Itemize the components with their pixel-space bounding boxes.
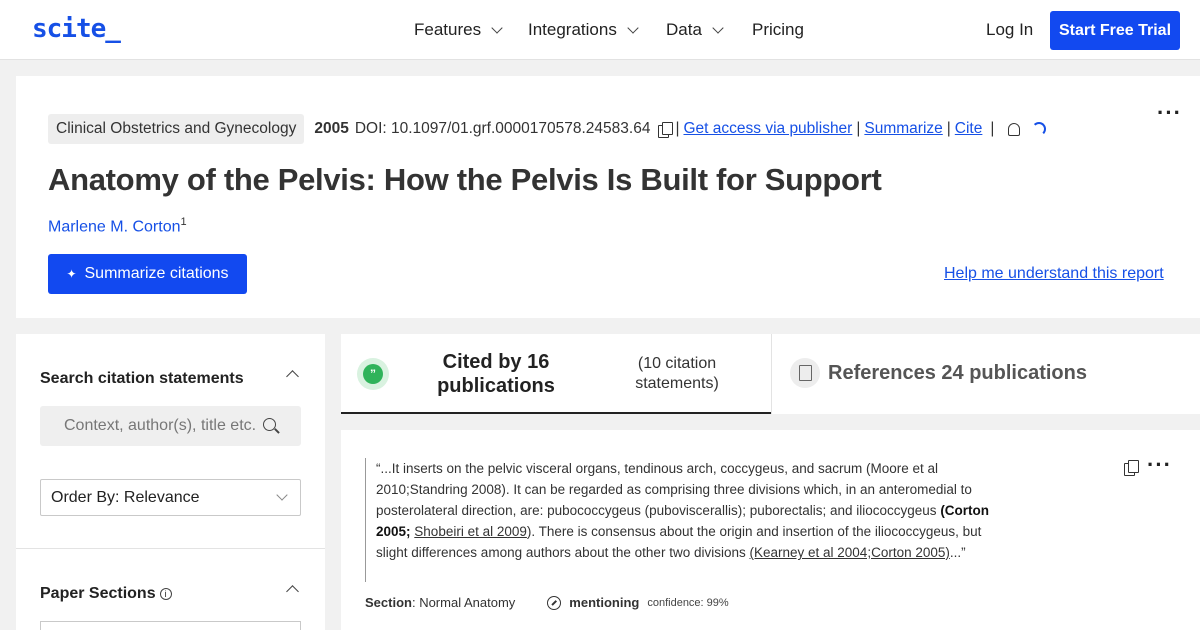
chevron-down-icon bbox=[276, 489, 288, 501]
citation-tabs: ” Cited by 16 publications (10 citation … bbox=[341, 334, 1200, 414]
login-link[interactable]: Log In bbox=[986, 20, 1033, 40]
citation-type: mentioning bbox=[569, 595, 640, 610]
paper-title: Anatomy of the Pelvis: How the Pelvis Is… bbox=[48, 162, 882, 197]
filter-sidebar: Search citation statements Order By: Rel… bbox=[16, 334, 325, 630]
paper-header-card: Clinical Obstetrics and Gynecology 2005 … bbox=[16, 76, 1200, 318]
loading-spinner-icon bbox=[1032, 122, 1047, 136]
author-link[interactable]: Marlene M. Corton1 bbox=[48, 216, 187, 236]
mentioning-icon bbox=[547, 595, 562, 610]
citation-snippet: “...It inserts on the pelvic visceral or… bbox=[376, 458, 1006, 563]
citation-meta: Section: Normal Anatomy mentioning confi… bbox=[365, 595, 729, 610]
quote-bar bbox=[365, 458, 366, 582]
top-navbar: scite_ Features Integrations Data Pricin… bbox=[0, 0, 1200, 60]
publication-year: 2005 bbox=[314, 120, 349, 137]
magic-wand-icon: ✦ bbox=[66, 267, 77, 281]
more-options-icon[interactable]: ··· bbox=[1147, 452, 1172, 478]
summarize-citations-label: Summarize citations bbox=[84, 265, 229, 282]
order-by-value: Order By: Relevance bbox=[51, 489, 200, 506]
summarize-link[interactable]: Summarize bbox=[864, 120, 942, 138]
bell-icon[interactable] bbox=[1008, 122, 1021, 136]
doi-text: DOI: 10.1097/01.grf.0000170578.24583.64 bbox=[354, 120, 651, 137]
help-understand-report-link[interactable]: Help me understand this report bbox=[944, 265, 1164, 283]
nav-features[interactable]: Features bbox=[414, 20, 503, 40]
section-label: Section bbox=[365, 595, 412, 610]
paper-meta-row: Clinical Obstetrics and Gynecology 2005 … bbox=[48, 114, 1047, 144]
collapse-caret-icon[interactable] bbox=[286, 370, 299, 383]
citation-search-input[interactable] bbox=[40, 406, 301, 446]
search-icon[interactable] bbox=[263, 418, 276, 431]
author-name: Marlene M. Corton bbox=[48, 218, 181, 236]
section-value: : Normal Anatomy bbox=[411, 595, 516, 610]
get-access-link[interactable]: Get access via publisher bbox=[683, 120, 852, 138]
chevron-down-icon bbox=[627, 21, 639, 34]
chevron-down-icon bbox=[491, 21, 503, 34]
order-by-select[interactable]: Order By: Relevance bbox=[40, 479, 301, 516]
nav-pricing-label: Pricing bbox=[752, 20, 804, 39]
cited-by-count: Cited by 16 publications bbox=[437, 351, 555, 397]
copy-icon[interactable] bbox=[1124, 460, 1139, 476]
nav-data-label: Data bbox=[666, 20, 702, 39]
quote-bubble-icon: ” bbox=[357, 358, 389, 390]
document-icon bbox=[790, 358, 820, 388]
author-affiliation-sup: 1 bbox=[180, 216, 187, 228]
separator: | bbox=[946, 120, 951, 137]
scite-logo[interactable]: scite_ bbox=[32, 14, 121, 44]
paper-sections-select[interactable] bbox=[40, 621, 301, 630]
citation-statements-count: (10 citation statements) bbox=[635, 355, 719, 392]
tab-references[interactable]: References 24 publications bbox=[771, 334, 1200, 414]
nav-integrations[interactable]: Integrations bbox=[528, 20, 639, 40]
copy-icon[interactable] bbox=[658, 121, 674, 138]
journal-badge[interactable]: Clinical Obstetrics and Gynecology bbox=[48, 114, 305, 144]
chevron-down-icon bbox=[712, 21, 724, 34]
separator: | bbox=[675, 120, 680, 137]
confidence-score: confidence: 99% bbox=[647, 596, 729, 609]
paper-sections-label: Paper Sections bbox=[40, 585, 156, 602]
nav-data[interactable]: Data bbox=[666, 20, 724, 40]
collapse-caret-icon[interactable] bbox=[286, 585, 299, 598]
sidebar-divider bbox=[16, 548, 325, 549]
summarize-citations-button[interactable]: ✦ Summarize citations bbox=[48, 254, 247, 294]
citation-statement-card: “...It inserts on the pelvic visceral or… bbox=[341, 430, 1200, 630]
info-icon[interactable]: i bbox=[159, 588, 172, 600]
nav-pricing[interactable]: Pricing bbox=[752, 20, 804, 40]
separator: | bbox=[990, 120, 995, 137]
more-options-icon[interactable]: ··· bbox=[1157, 100, 1182, 126]
paper-sections-heading: Paper Sections i bbox=[40, 585, 172, 603]
tab-cited-by[interactable]: ” Cited by 16 publications (10 citation … bbox=[341, 334, 771, 414]
search-statements-heading: Search citation statements bbox=[40, 370, 244, 387]
references-count: References 24 publications bbox=[828, 362, 1087, 384]
nav-features-label: Features bbox=[414, 20, 482, 39]
separator: | bbox=[856, 120, 861, 137]
nav-integrations-label: Integrations bbox=[528, 20, 617, 39]
start-free-trial-button[interactable]: Start Free Trial bbox=[1050, 11, 1180, 50]
shobeiri-ref-link[interactable]: Shobeiri et al 2009 bbox=[414, 524, 527, 539]
kearney-ref-link[interactable]: (Kearney et al 2004;Corton 2005) bbox=[749, 545, 949, 560]
snippet-text-1: “...It inserts on the pelvic visceral or… bbox=[376, 461, 972, 518]
cite-link[interactable]: Cite bbox=[955, 120, 983, 138]
snippet-text-3: ...” bbox=[949, 545, 966, 560]
